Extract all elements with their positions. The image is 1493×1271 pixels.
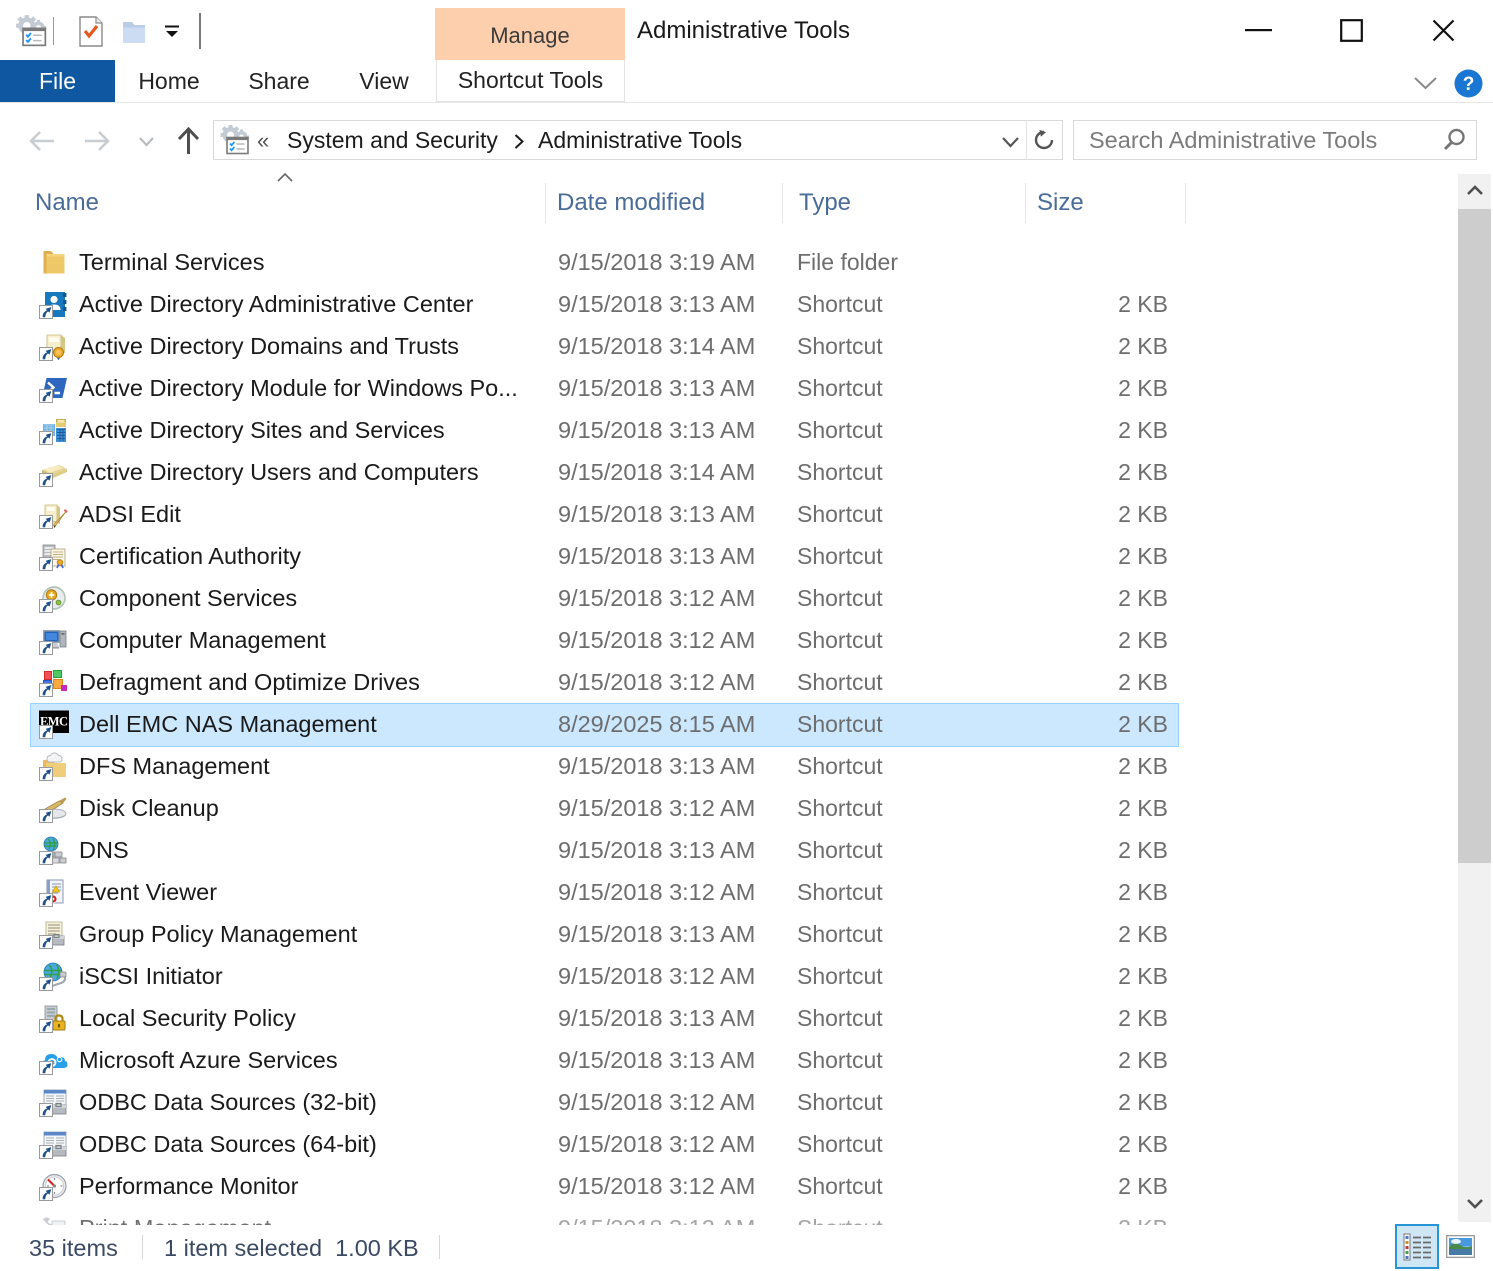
svg-text:?: ? bbox=[1463, 74, 1475, 95]
